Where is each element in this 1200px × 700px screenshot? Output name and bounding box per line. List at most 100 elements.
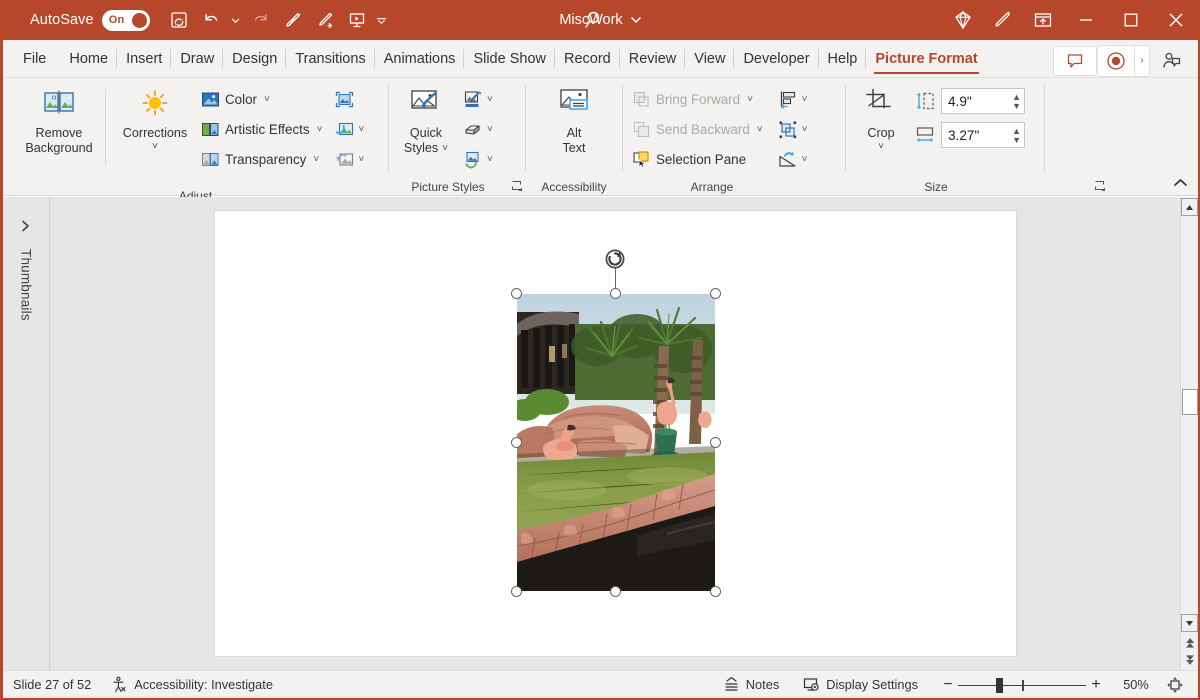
tab-draw[interactable]: Draw	[171, 40, 223, 77]
record-chevron-icon[interactable]: ›	[1134, 46, 1149, 76]
artistic-effects-button[interactable]: Artistic Effects ˅	[198, 115, 325, 144]
align-chevron-icon[interactable]: ˅	[802, 94, 808, 105]
quick-styles-chevron-icon[interactable]: ˅	[442, 144, 448, 154]
zoom-track[interactable]	[958, 678, 1086, 692]
group-chevron-icon[interactable]: ˅	[802, 124, 808, 135]
ribbon-display-options-icon[interactable]	[1023, 0, 1063, 40]
comments-button[interactable]	[1053, 46, 1097, 76]
handle-middle-right[interactable]	[710, 437, 721, 448]
tab-home[interactable]: Home	[60, 40, 117, 77]
expand-thumbnails-chevron-icon[interactable]	[19, 219, 33, 236]
ink-highlighter-icon[interactable]	[310, 5, 340, 35]
tab-file[interactable]: File	[3, 40, 60, 77]
tab-developer[interactable]: Developer	[734, 40, 818, 77]
maximize-button[interactable]	[1108, 0, 1153, 40]
diamond-icon[interactable]	[943, 0, 983, 40]
notes-button[interactable]: Notes	[713, 673, 789, 697]
handle-bottom-left[interactable]	[511, 586, 522, 597]
scrollbar-thumb[interactable]	[1182, 389, 1198, 415]
picture-effects-chevron-icon[interactable]: ˅	[487, 124, 493, 135]
corrections-chevron-icon[interactable]: ˅	[152, 142, 158, 152]
previous-slide-button[interactable]	[1181, 634, 1198, 651]
handle-top-right[interactable]	[710, 288, 721, 299]
send-backward-chevron-icon[interactable]: ˅	[757, 124, 763, 135]
tab-transitions[interactable]: Transitions	[286, 40, 374, 77]
zoom-slider[interactable]: − +	[938, 678, 1106, 692]
zoom-in-button[interactable]: +	[1086, 678, 1106, 692]
picture-effects-button[interactable]: ˅	[459, 115, 496, 144]
start-presentation-icon[interactable]	[342, 5, 372, 35]
send-backward-button[interactable]: Send Backward ˅	[629, 115, 766, 144]
minimize-button[interactable]	[1063, 0, 1108, 40]
spin-down-icon[interactable]: ▼	[1012, 137, 1021, 143]
display-settings-button[interactable]: Display Settings	[793, 673, 928, 697]
change-picture-button[interactable]: ˅	[331, 115, 367, 144]
selection-pane-button[interactable]: Selection Pane	[629, 145, 766, 174]
slide-canvas[interactable]	[214, 210, 1017, 657]
spin-up-icon[interactable]: ▲	[1012, 94, 1021, 100]
bring-forward-chevron-icon[interactable]: ˅	[747, 94, 753, 105]
close-button[interactable]	[1153, 0, 1198, 40]
next-slide-button[interactable]	[1181, 651, 1198, 668]
tab-animations[interactable]: Animations	[375, 40, 465, 77]
picture-layout-button[interactable]: ˅	[459, 145, 496, 174]
handle-bottom-right[interactable]	[710, 586, 721, 597]
rotate-button[interactable]: ˅	[774, 145, 811, 174]
shape-height-spinner[interactable]: ▲ ▼	[1012, 94, 1021, 109]
handle-top-left[interactable]	[511, 288, 522, 299]
quick-styles-button[interactable]: Quick Styles ˅	[393, 83, 459, 156]
tab-view[interactable]: View	[685, 40, 734, 77]
rotate-handle[interactable]	[602, 246, 628, 272]
tab-help[interactable]: Help	[819, 40, 867, 77]
tab-review[interactable]: Review	[620, 40, 686, 77]
shape-height-input[interactable]: 4.9" ▲ ▼	[941, 88, 1025, 114]
tab-record[interactable]: Record	[555, 40, 620, 77]
fit-slide-to-window-button[interactable]	[1160, 673, 1190, 697]
slide-area[interactable]	[50, 197, 1180, 670]
tab-picture-format[interactable]: Picture Format	[866, 40, 986, 77]
customize-qat-chevron-icon[interactable]	[374, 5, 390, 35]
picture-layout-chevron-icon[interactable]: ˅	[487, 154, 493, 165]
zoom-level-label[interactable]: 50%	[1116, 677, 1156, 692]
vertical-scrollbar[interactable]	[1180, 197, 1198, 670]
accessibility-status[interactable]: Accessibility: Investigate	[101, 673, 283, 697]
align-button[interactable]: ˅	[774, 85, 811, 114]
reset-picture-button[interactable]: ˅	[331, 145, 367, 174]
tab-slide-show[interactable]: Slide Show	[464, 40, 555, 77]
reset-picture-chevron-icon[interactable]: ˅	[358, 154, 364, 165]
picture-styles-dialog-launcher[interactable]	[511, 180, 525, 194]
record-button[interactable]	[1098, 50, 1134, 72]
search-icon[interactable]	[583, 8, 607, 37]
ink-pen-icon[interactable]	[278, 5, 308, 35]
corrections-button[interactable]: Corrections ˅	[114, 83, 196, 152]
compress-pictures-button[interactable]	[331, 85, 367, 114]
autosave-toggle[interactable]: On	[102, 10, 150, 31]
spin-up-icon[interactable]: ▲	[1012, 128, 1021, 134]
color-button[interactable]: Color ˅	[198, 85, 325, 114]
crop-chevron-icon[interactable]: ˅	[878, 142, 884, 152]
shape-width-input[interactable]: 3.27" ▲ ▼	[941, 122, 1025, 148]
zoom-track-thumb[interactable]	[996, 678, 1003, 693]
handle-bottom-center[interactable]	[610, 586, 621, 597]
slide-counter[interactable]: Slide 27 of 52	[3, 673, 101, 697]
handle-middle-left[interactable]	[511, 437, 522, 448]
flamingo-habitat-picture[interactable]	[517, 294, 715, 591]
undo-dropdown-chevron-icon[interactable]	[228, 5, 244, 35]
remove-background-button[interactable]: Remove Background	[19, 83, 99, 156]
collapse-ribbon-chevron-icon[interactable]	[1170, 174, 1190, 192]
spin-down-icon[interactable]: ▼	[1012, 103, 1021, 109]
alt-text-button[interactable]: Alt Text	[538, 83, 610, 156]
color-chevron-icon[interactable]: ˅	[264, 94, 270, 105]
rotate-chevron-icon[interactable]: ˅	[802, 154, 808, 165]
transparency-button[interactable]: Transparency ˅	[198, 145, 325, 174]
share-button[interactable]	[1150, 46, 1194, 76]
transparency-chevron-icon[interactable]: ˅	[313, 154, 319, 165]
change-picture-chevron-icon[interactable]: ˅	[358, 124, 364, 135]
thumbnails-pane[interactable]: Thumbnails	[3, 197, 50, 670]
zoom-out-button[interactable]: −	[938, 678, 958, 692]
artistic-effects-chevron-icon[interactable]: ˅	[317, 124, 323, 135]
copilot-pen-icon[interactable]	[983, 0, 1023, 40]
save-icon[interactable]	[164, 5, 194, 35]
scroll-up-button[interactable]	[1181, 198, 1198, 216]
bring-forward-button[interactable]: Bring Forward ˅	[629, 85, 766, 114]
